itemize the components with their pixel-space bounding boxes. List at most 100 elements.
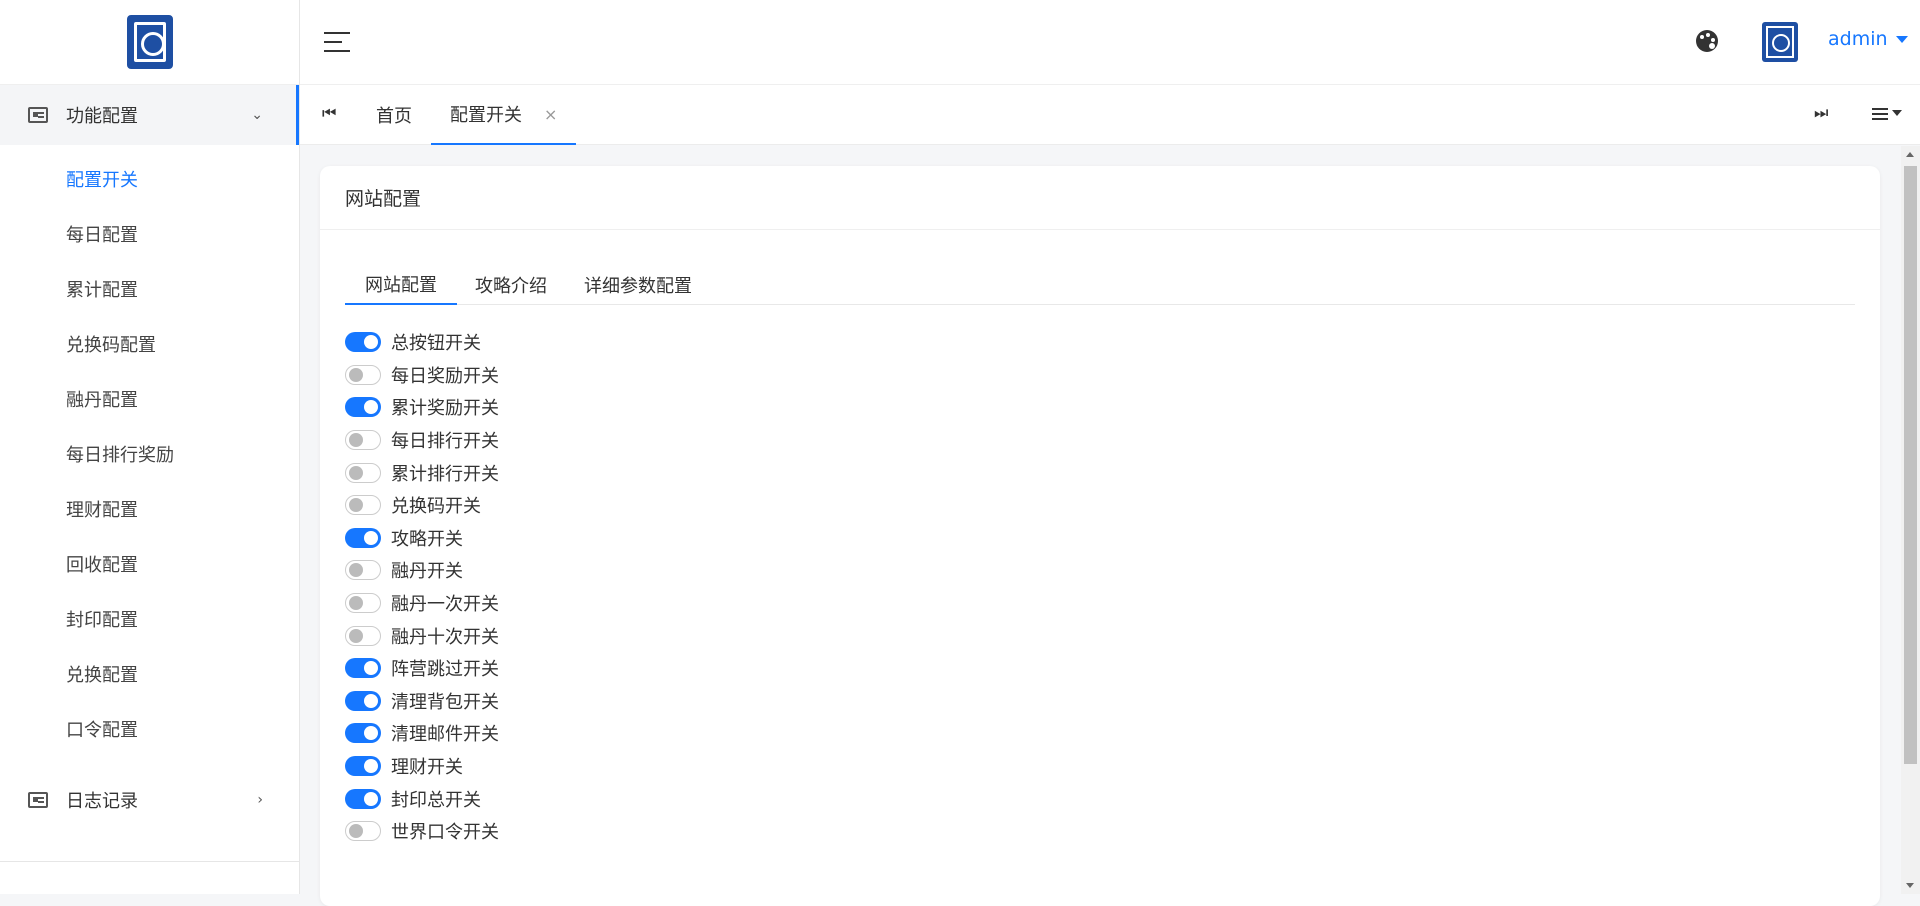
switch-label: 融丹开关	[391, 561, 463, 583]
logo[interactable]	[126, 15, 173, 69]
sidebar-item-finance-config[interactable]: 理财配置	[0, 481, 299, 536]
switch-label: 累计奖励开关	[391, 398, 499, 420]
switch-row[interactable]: 兑换码开关	[345, 489, 499, 522]
switch-row[interactable]: 每日奖励开关	[345, 359, 499, 392]
scroll-up-icon[interactable]	[1906, 152, 1914, 157]
avatar[interactable]	[1762, 22, 1798, 62]
sidebar-item-password-config[interactable]: 口令配置	[0, 701, 299, 756]
sidebar-item-config-switch[interactable]: 配置开关	[0, 151, 299, 206]
switch-row[interactable]: 封印总开关	[345, 782, 499, 815]
caret-down-icon	[1892, 110, 1902, 116]
toggle-knob	[349, 563, 363, 578]
toggle-switch[interactable]	[345, 658, 381, 679]
switch-row[interactable]: 累计奖励开关	[345, 391, 499, 424]
toggle-switch[interactable]	[345, 430, 381, 451]
switch-label: 总按钮开关	[391, 333, 481, 355]
switch-row[interactable]: 世界口令开关	[345, 815, 499, 848]
toggle-switch[interactable]	[345, 495, 381, 516]
sidebar-item-daily-config[interactable]: 每日配置	[0, 206, 299, 261]
toggle-switch[interactable]	[345, 364, 381, 385]
toggle-switch[interactable]	[345, 821, 381, 842]
toggle-knob	[364, 726, 378, 741]
switch-label: 融丹一次开关	[391, 594, 499, 616]
toggle-knob	[349, 824, 363, 839]
switch-row[interactable]: 总按钮开关	[345, 326, 499, 359]
toggle-switch[interactable]	[345, 723, 381, 744]
switch-row[interactable]: 每日排行开关	[345, 424, 499, 457]
switch-row[interactable]: 融丹十次开关	[345, 619, 499, 652]
menu-toggle-icon[interactable]	[324, 32, 350, 52]
logo-area	[0, 0, 299, 85]
sidebar-item-redeem-code-config[interactable]: 兑换码配置	[0, 316, 299, 371]
toggle-switch[interactable]	[345, 462, 381, 483]
caret-down-icon	[1895, 35, 1908, 43]
tab-home[interactable]: 首页	[357, 85, 431, 145]
close-icon[interactable]: ×	[544, 105, 557, 124]
menu-group-function-config[interactable]: 功能配置 ⌄	[0, 85, 299, 145]
switch-row[interactable]: 理财开关	[345, 750, 499, 783]
scrollbar-thumb[interactable]	[1904, 166, 1917, 764]
switch-label: 每日排行开关	[391, 431, 499, 453]
skip-forward-icon[interactable]: ⏭	[1814, 103, 1828, 123]
toggle-switch[interactable]	[345, 756, 381, 777]
list-icon	[1872, 107, 1888, 120]
switch-label: 理财开关	[391, 757, 463, 779]
sidebar-item-rongdan-config[interactable]: 融丹配置	[0, 371, 299, 426]
toggle-switch[interactable]	[345, 625, 381, 646]
toggle-knob	[349, 596, 363, 611]
switch-row[interactable]: 融丹一次开关	[345, 587, 499, 620]
sidebar-item-recycle-config[interactable]: 回收配置	[0, 536, 299, 591]
tab-config-switch[interactable]: 配置开关 ×	[431, 85, 577, 145]
toggle-switch[interactable]	[345, 397, 381, 418]
skip-back-icon[interactable]: ⏮	[322, 103, 336, 123]
toggle-knob	[349, 433, 363, 448]
switch-row[interactable]: 攻略开关	[345, 522, 499, 555]
switch-label: 累计排行开关	[391, 463, 499, 485]
toggle-knob	[364, 759, 378, 774]
sidebar-item-seal-config[interactable]: 封印配置	[0, 591, 299, 646]
sidebar-item-cumulative-config[interactable]: 累计配置	[0, 261, 299, 316]
toggle-switch[interactable]	[345, 593, 381, 614]
toggle-knob	[364, 693, 378, 708]
switch-row[interactable]: 清理背包开关	[345, 685, 499, 718]
switch-label: 攻略开关	[391, 528, 463, 550]
switch-row[interactable]: 清理邮件开关	[345, 717, 499, 750]
toggle-switch[interactable]	[345, 690, 381, 711]
switch-row[interactable]: 融丹开关	[345, 554, 499, 587]
palette-icon[interactable]	[1696, 30, 1718, 52]
switch-label: 封印总开关	[391, 789, 481, 811]
submenu-function-config: 配置开关 每日配置 累计配置 兑换码配置 融丹配置 每日排行奖励 理财配置 回收…	[0, 145, 299, 770]
toggle-knob	[349, 367, 363, 382]
user-menu[interactable]: admin	[1828, 28, 1908, 50]
switch-list: 总按钮开关每日奖励开关 累计奖励开关 每日排行开关 累计排行开关兑换码开关攻略开关融丹…	[345, 326, 499, 848]
toggle-switch[interactable]	[345, 788, 381, 809]
scrollbar[interactable]	[1901, 146, 1920, 894]
config-tabs: 网站配置 攻略介绍 详细参数配置	[345, 264, 1855, 305]
toggle-switch[interactable]	[345, 527, 381, 548]
tabs-menu-dropdown[interactable]	[1872, 107, 1902, 120]
toggle-switch[interactable]	[345, 560, 381, 581]
toggle-knob	[364, 400, 378, 415]
username: admin	[1828, 28, 1888, 50]
config-card: 网站配置 网站配置 攻略介绍 详细参数配置 总按钮开关每日奖励开关 累计奖励开关每…	[320, 166, 1880, 906]
sidebar-item-exchange-config[interactable]: 兑换配置	[0, 646, 299, 701]
tab-guide-intro[interactable]: 攻略介绍	[455, 264, 567, 305]
switch-label: 阵营跳过开关	[391, 659, 499, 681]
switch-label: 清理邮件开关	[391, 724, 499, 746]
switch-row[interactable]: 累计排行开关	[345, 456, 499, 489]
switch-row[interactable]: 阵营跳过开关	[345, 652, 499, 685]
toggle-switch[interactable]	[345, 332, 381, 353]
menu-group-label: 日志记录	[66, 791, 138, 812]
sidebar-item-daily-rank-reward[interactable]: 每日排行奖励	[0, 426, 299, 481]
tab-site-config[interactable]: 网站配置	[345, 264, 457, 305]
menu-group-label: 功能配置	[66, 106, 138, 127]
menu-group-log-records[interactable]: 日志记录 ›	[0, 770, 299, 830]
toggle-knob	[364, 661, 378, 676]
switch-label: 每日奖励开关	[391, 365, 499, 387]
switch-label: 融丹十次开关	[391, 626, 499, 648]
scroll-down-icon[interactable]	[1906, 883, 1914, 888]
tab-detail-params[interactable]: 详细参数配置	[564, 264, 712, 305]
toggle-knob	[364, 791, 378, 806]
toggle-knob	[364, 530, 378, 545]
switch-label: 清理背包开关	[391, 691, 499, 713]
